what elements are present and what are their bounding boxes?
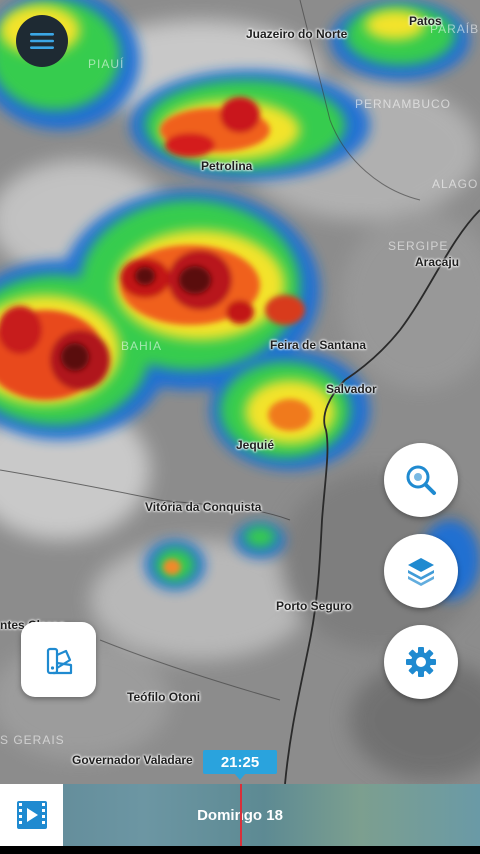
gear-icon <box>406 647 436 677</box>
magnifier-icon <box>406 465 436 495</box>
layers-icon <box>408 558 434 586</box>
video-play-icon <box>16 801 47 829</box>
state-label-bahia: BAHIA <box>121 339 163 353</box>
city-label-porto-seguro[interactable]: Porto Seguro <box>276 599 352 613</box>
city-label-petrolina[interactable]: Petrolina <box>201 159 252 173</box>
settings-button[interactable] <box>384 625 458 699</box>
color-swatch-icon <box>46 647 72 674</box>
city-label-governador-valadares[interactable]: Governador Valadare <box>72 753 193 767</box>
menu-button[interactable] <box>16 15 68 67</box>
city-label-jequie[interactable]: Jequié <box>236 438 274 452</box>
timeline-bar[interactable]: Domingo 18 <box>0 784 480 846</box>
city-label-salvador[interactable]: Salvador <box>326 382 377 396</box>
legend-button[interactable] <box>21 622 96 697</box>
current-time-label: 21:25 <box>203 750 277 774</box>
city-label-teofilo-otoni[interactable]: Teófilo Otoni <box>127 690 200 704</box>
timeline-playhead[interactable] <box>240 784 242 846</box>
city-label-vitoria-da-conquista[interactable]: Vitória da Conquista <box>145 500 261 514</box>
state-label-gerais: S GERAIS <box>0 733 65 747</box>
city-label-patos[interactable]: Patos <box>409 14 442 28</box>
play-button[interactable] <box>0 784 63 846</box>
state-label-alagoas: ALAGO <box>432 177 479 191</box>
hamburger-icon <box>30 33 54 49</box>
state-label-sergipe: SERGIPE <box>388 239 449 253</box>
state-label-pernambuco: PERNAMBUCO <box>355 97 452 111</box>
city-label-feira-de-santana[interactable]: Feira de Santana <box>270 338 366 352</box>
state-label-piaui: PIAUÍ <box>88 57 125 71</box>
city-label-juazeiro[interactable]: Juazeiro do Norte <box>246 27 347 41</box>
city-label-aracaju[interactable]: Aracaju <box>415 255 459 269</box>
bottom-edge <box>0 846 480 854</box>
zoom-button[interactable] <box>384 443 458 517</box>
layers-button[interactable] <box>384 534 458 608</box>
time-pointer-arrow <box>234 773 246 780</box>
